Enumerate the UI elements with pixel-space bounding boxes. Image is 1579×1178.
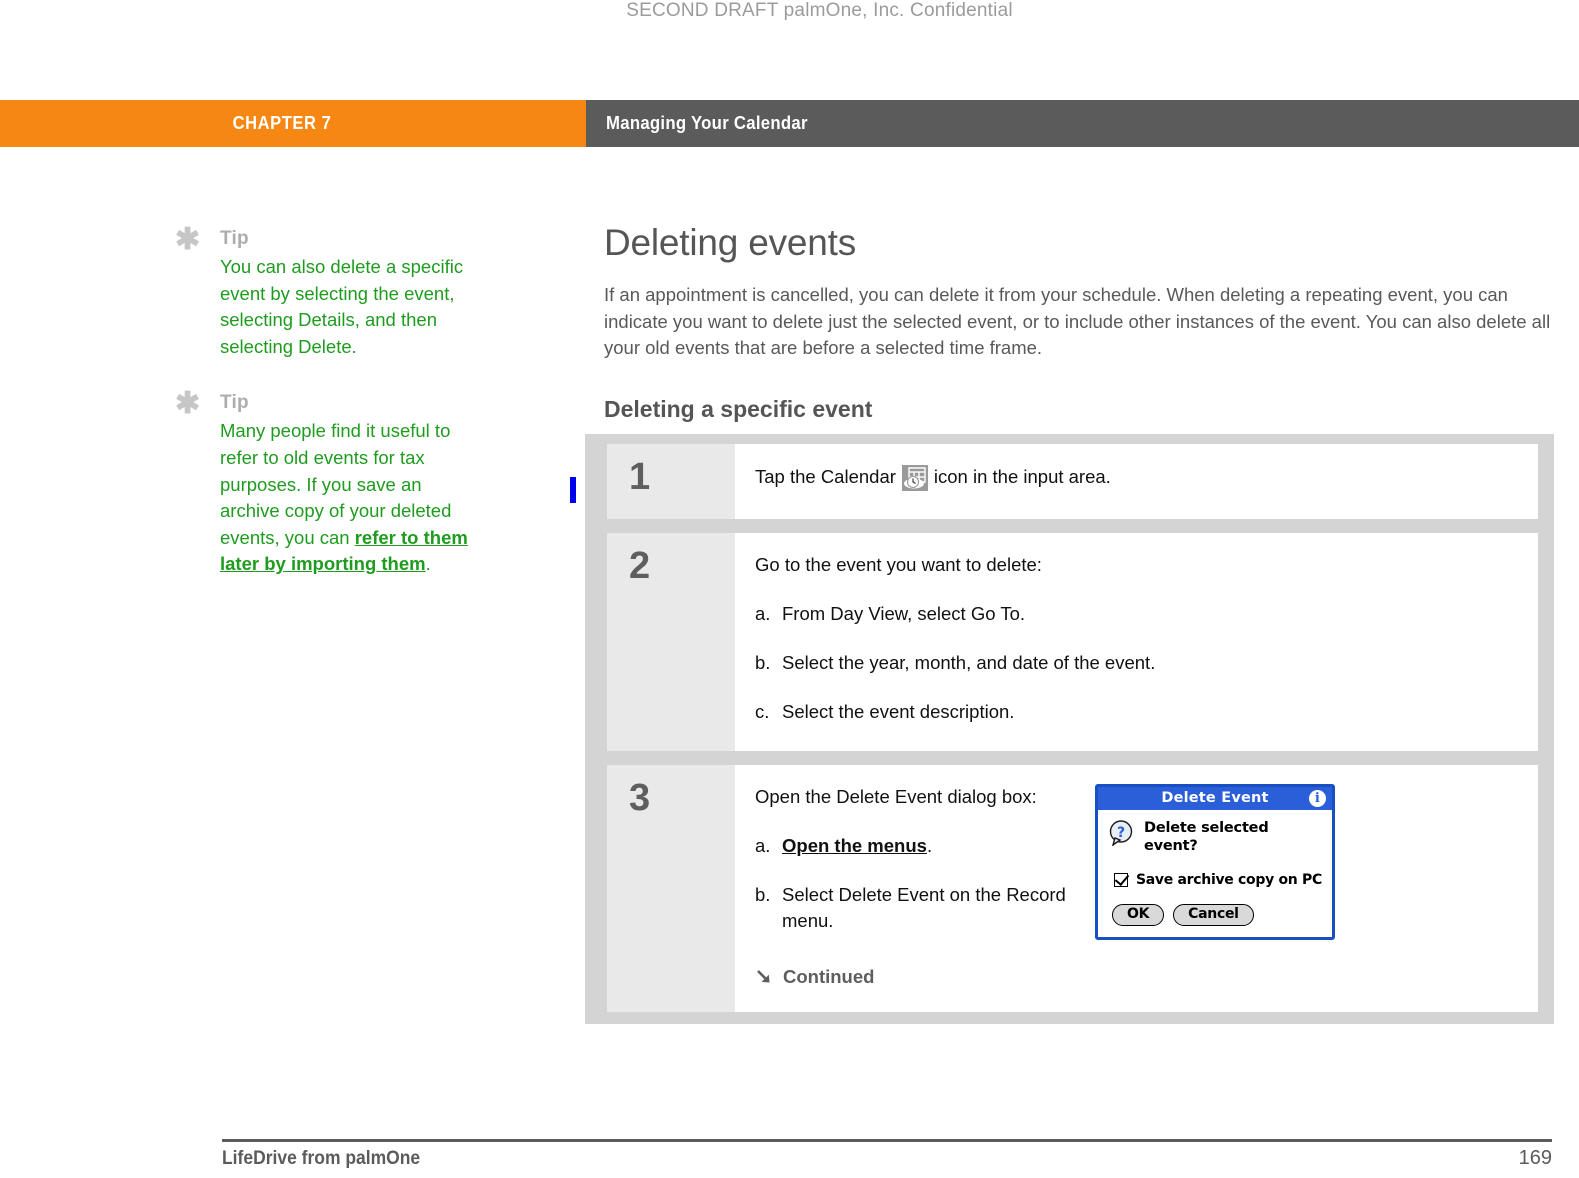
steps-panel: 1 Tap the Calendar icon in the input are… bbox=[585, 434, 1554, 1024]
step-number-cell: 2 bbox=[607, 533, 735, 751]
tip-block-1: ✱ Tip You can also delete a specific eve… bbox=[175, 223, 485, 360]
dialog-question-text: Delete selected event? bbox=[1144, 820, 1269, 854]
step-substep: b. Select Delete Event on the Record men… bbox=[755, 882, 1085, 934]
step-text: Open the Delete Event dialog box: bbox=[755, 786, 1037, 807]
tip-text-tail: . bbox=[425, 553, 431, 575]
step-substep: a. Open the menus. bbox=[755, 833, 1085, 859]
dialog-title: Delete Event bbox=[1161, 790, 1269, 806]
substep-link-open-menus[interactable]: Open the menus bbox=[782, 835, 927, 856]
substep-marker: a. bbox=[755, 835, 771, 856]
step-text-block: Open the Delete Event dialog box: a. Ope… bbox=[755, 784, 1085, 988]
step-substep: b. Select the year, month, and date of t… bbox=[755, 650, 1514, 676]
step-text: Go to the event you want to delete: bbox=[755, 554, 1042, 575]
dialog-button-row: OK Cancel bbox=[1112, 904, 1322, 928]
tip-text: You can also delete a specific event by … bbox=[220, 256, 464, 357]
chapter-header-band: CHAPTER 7 Managing Your Calendar bbox=[0, 100, 1579, 147]
substep-text: Select Delete Event on the Record menu. bbox=[782, 884, 1066, 931]
main-content: Deleting events If an appointment is can… bbox=[604, 222, 1556, 439]
chapter-label-block: CHAPTER 7 bbox=[0, 100, 586, 147]
dialog-question-row: ? Delete selected event? bbox=[1108, 819, 1322, 855]
substep-marker: b. bbox=[755, 884, 771, 905]
dialog-body: ? Delete selected event? Save archive co… bbox=[1098, 810, 1332, 937]
footer-divider bbox=[222, 1139, 1552, 1142]
substep-text-tail: . bbox=[926, 835, 933, 856]
step-content-cell: Open the Delete Event dialog box: a. Ope… bbox=[735, 765, 1538, 1012]
substep-marker: a. bbox=[755, 603, 771, 624]
continued-label: Continued bbox=[783, 966, 875, 987]
page-title: Deleting events bbox=[604, 222, 857, 263]
svg-text:?: ? bbox=[1117, 825, 1125, 841]
chapter-title: Managing Your Calendar bbox=[606, 113, 808, 133]
substep-text: Select the year, month, and date of the … bbox=[782, 652, 1156, 673]
cancel-button[interactable]: Cancel bbox=[1173, 904, 1254, 926]
substep-marker: b. bbox=[755, 652, 771, 673]
save-archive-checkbox[interactable] bbox=[1114, 873, 1128, 887]
chapter-title-block: Managing Your Calendar bbox=[586, 100, 1579, 147]
question-icon: ? bbox=[1108, 820, 1135, 847]
intro-paragraph: If an appointment is cancelled, you can … bbox=[604, 284, 1551, 358]
section-subheading: Deleting a specific event bbox=[604, 395, 873, 422]
substep-text: From Day View, select Go To. bbox=[782, 603, 1025, 624]
calendar-icon bbox=[901, 464, 929, 499]
continued-indicator: Continued bbox=[755, 966, 1085, 988]
step-number-cell: 3 bbox=[607, 765, 735, 1012]
step-text-after-icon: icon in the input area. bbox=[933, 466, 1111, 487]
change-bar-marker bbox=[570, 477, 576, 503]
step-row: 1 Tap the Calendar icon in the input are… bbox=[607, 444, 1538, 519]
substep-marker: c. bbox=[755, 701, 770, 722]
step-line: Tap the Calendar icon in the input area. bbox=[755, 464, 1514, 499]
footer-product-name: LifeDrive from palmOne bbox=[222, 1148, 421, 1169]
substep-text-wrap: Open the menus. bbox=[782, 833, 932, 859]
asterisk-icon: ✱ bbox=[175, 223, 201, 256]
delete-event-dialog: Delete Event i ? Delete selected event? bbox=[1095, 784, 1335, 940]
step-number: 3 bbox=[629, 777, 651, 819]
dialog-title-bar: Delete Event i bbox=[1098, 787, 1332, 810]
step-content-cell: Tap the Calendar icon in the input area. bbox=[735, 444, 1538, 519]
info-icon[interactable]: i bbox=[1309, 790, 1326, 807]
tip-label: Tip bbox=[220, 228, 249, 249]
ok-button[interactable]: OK bbox=[1112, 904, 1165, 926]
chapter-label: CHAPTER 7 bbox=[232, 113, 331, 133]
tip-text: Many people find it useful to refer to o… bbox=[220, 418, 485, 578]
step-line: Go to the event you want to delete: bbox=[755, 552, 1514, 578]
step-text-block: Tap the Calendar icon in the input area. bbox=[755, 464, 1514, 499]
step-line: Open the Delete Event dialog box: bbox=[755, 784, 1085, 810]
dialog-checkbox-row[interactable]: Save archive copy on PC bbox=[1114, 872, 1322, 888]
substep-text: Select the event description. bbox=[782, 701, 1015, 722]
step-content-cell: Go to the event you want to delete: a. F… bbox=[735, 533, 1538, 751]
step-substep: c. Select the event description. bbox=[755, 699, 1514, 725]
arrow-down-right-icon bbox=[755, 968, 774, 987]
step-text-before-icon: Tap the Calendar bbox=[755, 466, 896, 487]
step-substep: a. From Day View, select Go To. bbox=[755, 601, 1514, 627]
sidebar-tips: ✱ Tip You can also delete a specific eve… bbox=[175, 223, 485, 610]
save-archive-checkbox-label: Save archive copy on PC bbox=[1136, 872, 1322, 888]
step-text-block: Go to the event you want to delete: a. F… bbox=[755, 552, 1514, 725]
tip-block-2: ✱ Tip Many people find it useful to refe… bbox=[175, 387, 485, 578]
step-number: 1 bbox=[629, 456, 651, 498]
asterisk-icon: ✱ bbox=[175, 387, 201, 421]
step-number: 2 bbox=[629, 545, 651, 587]
step-number-cell: 1 bbox=[607, 444, 735, 519]
step-row: 2 Go to the event you want to delete: a.… bbox=[607, 533, 1538, 751]
draft-notice: SECOND DRAFT palmOne, Inc. Confidential bbox=[626, 0, 1013, 21]
step-row: 3 Open the Delete Event dialog box: a. O… bbox=[607, 765, 1538, 1012]
footer-page-number: 169 bbox=[1518, 1147, 1552, 1169]
tip-label: Tip bbox=[220, 392, 249, 414]
